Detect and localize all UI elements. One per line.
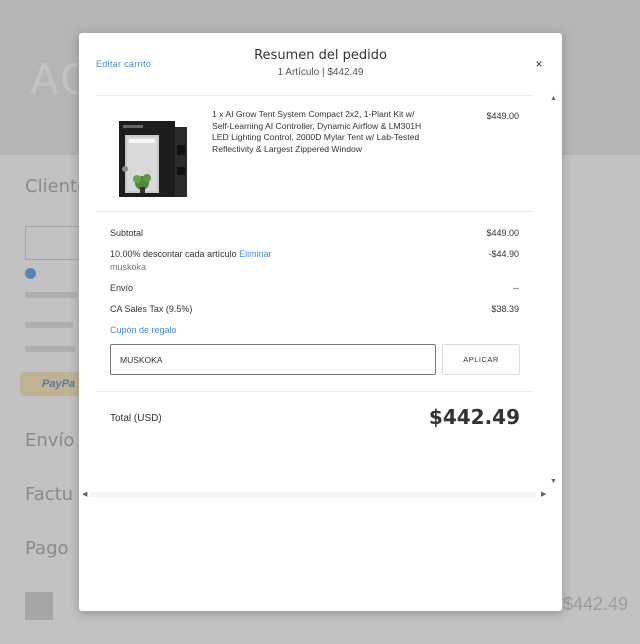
product-description: 1 x AI Grow Tent System Compact 2x2, 1-P… [212,109,422,154]
product-price: $449.00 [486,111,519,121]
shipping-label: Envío [110,283,134,293]
horizontal-scrollbar[interactable] [89,492,537,498]
subtotal-label: Subtotal [110,228,144,238]
apply-coupon-button[interactable]: APLICAR [442,344,520,375]
scroll-left-arrow-icon[interactable]: ◀ [82,490,87,498]
subtotal-value: $449.00 [486,228,519,238]
remove-discount-link[interactable]: Eliminar [239,249,272,259]
gift-coupon-link[interactable]: Cupón de regalo [110,325,177,335]
tax-label: CA Sales Tax (9.5%) [110,304,193,314]
modal-subtitle: 1 Artículo | $442.49 [277,67,364,78]
discount-row: 10.00% descontar cada artículo Eliminar [110,249,272,259]
close-icon[interactable]: × [532,57,546,71]
discount-value: -$44.90 [488,249,519,259]
scroll-down-arrow-icon[interactable]: ▼ [550,478,557,485]
total-label: Total (USD) [110,413,162,424]
tax-value: $38.39 [491,304,519,314]
product-image [119,121,187,197]
modal-title: Resumen del pedido [254,48,387,63]
divider [96,95,534,96]
coupon-code-input[interactable] [110,344,436,375]
order-summary-modal: Editar carrito Resumen del pedido 1 Artí… [79,33,562,611]
scroll-up-arrow-icon[interactable]: ▲ [550,95,557,102]
scroll-right-arrow-icon[interactable]: ▶ [541,490,546,498]
shipping-value: -- [513,283,519,293]
divider [96,391,534,392]
total-value: $442.49 [428,405,520,429]
divider [96,211,534,212]
discount-code: muskoka [110,262,147,272]
discount-label: 10.00% descontar cada artículo [110,249,237,259]
